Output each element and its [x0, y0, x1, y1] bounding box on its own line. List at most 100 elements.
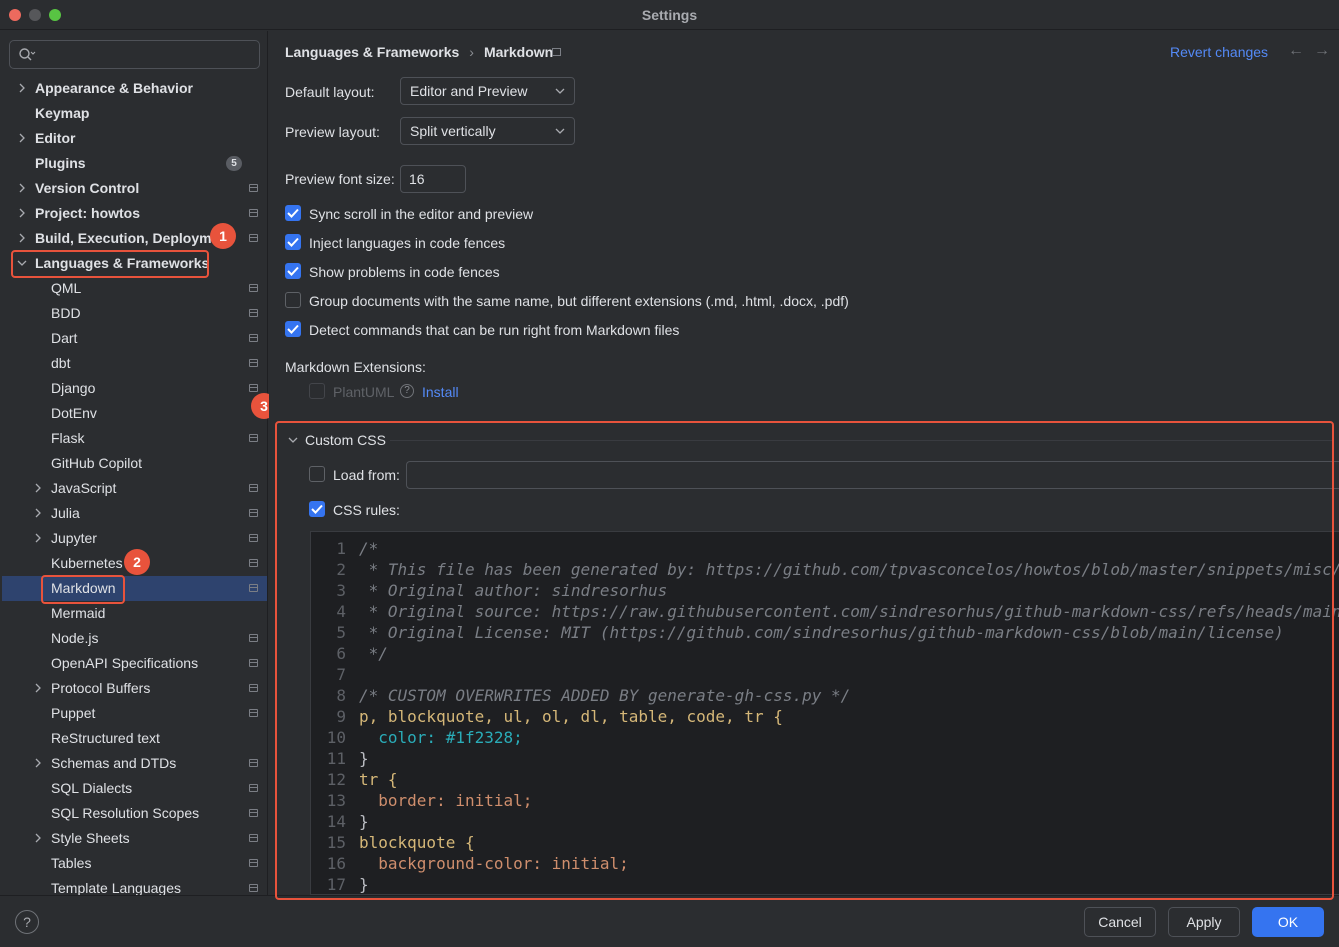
sidebar-item[interactable]: Editor: [2, 126, 267, 151]
default-layout-select[interactable]: Editor and Preview: [400, 77, 575, 105]
chevron-right-icon[interactable]: [16, 132, 28, 144]
chevron-right-icon[interactable]: [32, 832, 44, 844]
sidebar-item[interactable]: Languages & Frameworks: [2, 251, 267, 276]
custom-css-section-title[interactable]: Custom CSS: [305, 432, 386, 448]
sidebar-item[interactable]: Django: [2, 376, 267, 401]
project-level-icon: [249, 384, 258, 392]
code-line: 6 */: [311, 644, 1339, 665]
project-level-icon: [249, 659, 258, 667]
sidebar-item[interactable]: Markdown: [2, 576, 267, 601]
help-icon[interactable]: ?: [400, 384, 414, 398]
install-plantuml-link[interactable]: Install: [422, 384, 459, 400]
css-rules-editor[interactable]: 1 /* 2 * This file has been generated by: …: [310, 531, 1339, 895]
code-text: * Original author: sindresorhus: [359, 581, 668, 600]
sidebar-item[interactable]: Plugins 5: [2, 151, 267, 176]
sidebar-item[interactable]: QML: [2, 276, 267, 301]
sidebar-item[interactable]: Protocol Buffers: [2, 676, 267, 701]
project-level-icon: [249, 859, 258, 867]
option-checkbox-label: Detect commands that can be run right fr…: [309, 322, 680, 338]
option-checkbox-label: Group documents with the same name, but …: [309, 293, 849, 309]
option-checkbox-label: Inject languages in code fences: [309, 235, 506, 251]
sidebar-item[interactable]: Node.js: [2, 626, 267, 651]
chevron-right-icon[interactable]: [16, 182, 28, 194]
chevron-down-icon[interactable]: [288, 437, 298, 443]
sidebar-item[interactable]: SQL Dialects: [2, 776, 267, 801]
load-from-checkbox[interactable]: [309, 466, 325, 482]
revert-changes-link[interactable]: Revert changes: [1170, 44, 1268, 60]
option-checkbox[interactable]: [285, 263, 301, 279]
back-arrow-icon[interactable]: ←: [1288, 42, 1304, 60]
code-line: 7: [311, 665, 1339, 686]
code-line: 9 p, blockquote, ul, ol, dl, table, code,…: [311, 707, 1339, 728]
chevron-right-icon[interactable]: [16, 207, 28, 219]
line-number: 11: [326, 749, 346, 768]
chevron-right-icon[interactable]: [32, 757, 44, 769]
option-checkbox[interactable]: [285, 205, 301, 221]
forward-arrow-icon[interactable]: →: [1314, 42, 1330, 60]
line-number: 10: [326, 728, 346, 747]
sidebar-item[interactable]: Template Languages: [2, 876, 267, 895]
chevron-right-icon[interactable]: [32, 507, 44, 519]
code-line: 15 blockquote {: [311, 833, 1339, 854]
code-line: 14}: [311, 812, 1339, 833]
sidebar-item-label: Kubernetes: [51, 555, 123, 571]
sidebar-item[interactable]: Dart: [2, 326, 267, 351]
project-level-icon: [249, 809, 258, 817]
chevron-down-icon[interactable]: [16, 257, 28, 269]
code-line: 11}: [311, 749, 1339, 770]
sidebar-item[interactable]: Schemas and DTDs: [2, 751, 267, 776]
sidebar-item[interactable]: BDD: [2, 301, 267, 326]
option-checkbox[interactable]: [285, 292, 301, 308]
option-checkbox[interactable]: [285, 321, 301, 337]
sidebar-item[interactable]: JavaScript: [2, 476, 267, 501]
chevron-right-icon[interactable]: [32, 682, 44, 694]
project-level-icon: [249, 834, 258, 842]
sidebar-item[interactable]: ReStructured text: [2, 726, 267, 751]
font-size-input[interactable]: 16: [400, 165, 466, 193]
search-input[interactable]: [9, 40, 260, 69]
code-line: 2 * This file has been generated by: htt…: [311, 560, 1339, 581]
apply-button[interactable]: Apply: [1168, 907, 1240, 937]
chevron-right-icon[interactable]: [32, 532, 44, 544]
breadcrumb-parent[interactable]: Languages & Frameworks: [285, 44, 459, 60]
sidebar-item-label: Flask: [51, 430, 85, 446]
sidebar-item[interactable]: Project: howtos: [2, 201, 267, 226]
chevron-right-icon[interactable]: [32, 482, 44, 494]
load-from-label: Load from:: [333, 467, 400, 483]
option-checkbox[interactable]: [285, 234, 301, 250]
sidebar-item[interactable]: Tables: [2, 851, 267, 876]
sidebar-item[interactable]: OpenAPI Specifications: [2, 651, 267, 676]
sidebar-item[interactable]: Julia: [2, 501, 267, 526]
sidebar-item[interactable]: Flask: [2, 426, 267, 451]
help-button[interactable]: ?: [15, 910, 39, 934]
sidebar-item[interactable]: Appearance & Behavior: [2, 76, 267, 101]
sidebar-item[interactable]: Keymap: [2, 101, 267, 126]
chevron-right-icon[interactable]: [16, 232, 28, 244]
css-rules-label: CSS rules:: [333, 502, 400, 518]
sidebar-item-label: ReStructured text: [51, 730, 160, 746]
sidebar-item[interactable]: Style Sheets: [2, 826, 267, 851]
sidebar-item[interactable]: SQL Resolution Scopes: [2, 801, 267, 826]
check-icon: [287, 237, 299, 247]
code-line: 8 /* CUSTOM OVERWRITES ADDED BY generate-…: [311, 686, 1339, 707]
search-icon: [19, 48, 36, 61]
sidebar-item[interactable]: dbt: [2, 351, 267, 376]
preview-layout-select[interactable]: Split vertically: [400, 117, 575, 145]
project-level-icon: [249, 559, 258, 567]
sidebar-item-label: Editor: [35, 130, 76, 146]
project-level-icon: [249, 209, 258, 217]
chevron-right-icon[interactable]: [16, 82, 28, 94]
sidebar-item[interactable]: Puppet: [2, 701, 267, 726]
check-icon: [287, 208, 299, 218]
sidebar-item[interactable]: Version Control: [2, 176, 267, 201]
cancel-button[interactable]: Cancel: [1084, 907, 1156, 937]
sidebar-item[interactable]: Jupyter: [2, 526, 267, 551]
project-level-icon: [249, 784, 258, 792]
load-from-input[interactable]: [406, 461, 1339, 489]
sidebar-item[interactable]: GitHub Copilot: [2, 451, 267, 476]
sidebar-item[interactable]: Mermaid: [2, 601, 267, 626]
font-size-label: Preview font size:: [285, 171, 395, 187]
sidebar-item[interactable]: DotEnv: [2, 401, 267, 426]
ok-button[interactable]: OK: [1252, 907, 1324, 937]
css-rules-checkbox[interactable]: [309, 501, 325, 517]
